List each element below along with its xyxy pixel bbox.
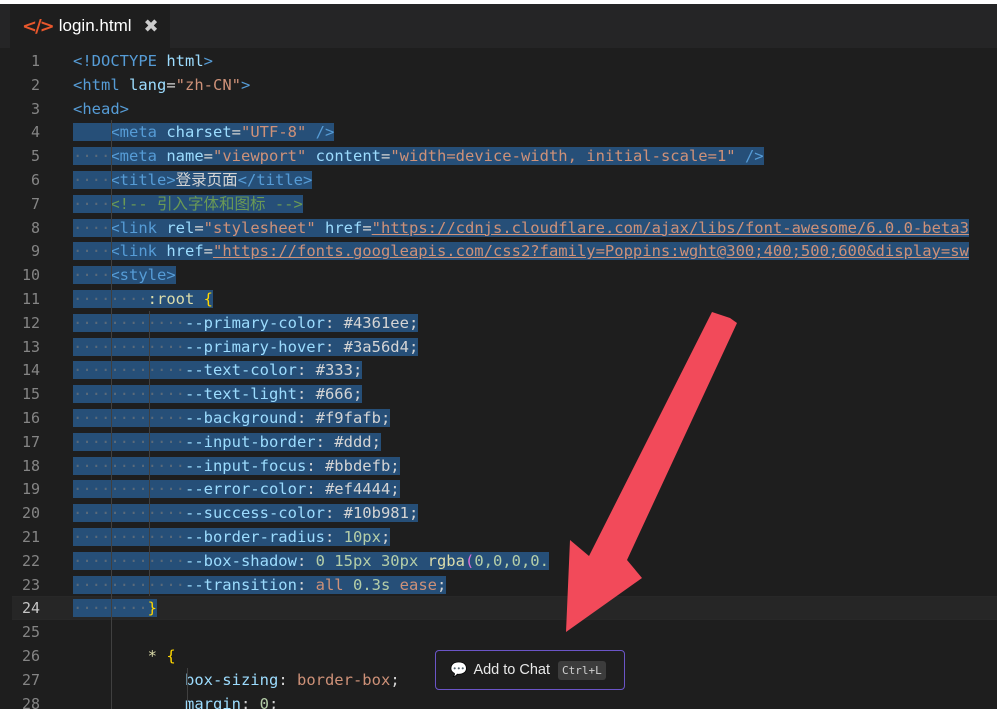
html-file-icon: </> (22, 15, 55, 37)
code-line[interactable]: 2 <html lang="zh-CN"> (0, 73, 997, 97)
line-number: 28 (21, 694, 40, 709)
line-number: 2 (30, 75, 40, 94)
line-number: 18 (21, 456, 40, 475)
code-line[interactable]: 9 ····<link href="https://fonts.googleapi… (0, 239, 997, 263)
code-line[interactable]: 1 <!DOCTYPE html> (0, 49, 997, 73)
indent-guide (111, 120, 112, 709)
line-code: ············--primary-hover: #3a56d4; (73, 337, 419, 356)
line-code: <meta charset="UTF-8" /> (73, 120, 335, 144)
line-code: ············--success-color: #10b981; (73, 504, 419, 523)
line-number: 16 (21, 409, 40, 427)
code-line[interactable]: 5 ····<meta name="viewport" content="widt… (0, 144, 997, 168)
line-code: <!DOCTYPE html> (73, 52, 213, 70)
line-number: 14 (21, 361, 40, 380)
line-number: 26 (21, 647, 40, 665)
line-number: 10 (21, 266, 40, 285)
line-code: <html lang="zh-CN"> (73, 75, 251, 94)
add-to-chat-label: Add to Chat (473, 662, 551, 678)
code-line[interactable]: 24 ········} (0, 596, 997, 620)
line-code: ············--text-color: #333; (73, 361, 363, 380)
line-code: ····<meta name="viewport" content="width… (73, 147, 764, 166)
line-number: 19 (21, 480, 40, 499)
line-number: 7 (30, 194, 40, 213)
line-number: 22 (21, 551, 40, 570)
line-number: 11 (21, 290, 40, 308)
line-number: 21 (21, 528, 40, 546)
line-code: ····<link rel="stylesheet" href="https:/… (73, 218, 969, 237)
line-code: ············--box-shadow: 0 15px 30px rg… (73, 551, 549, 570)
line-code: ····<link href="https://fonts.googleapis… (73, 242, 969, 261)
line-code: box-sizing: border-box; (184, 670, 400, 689)
line-code: <head> (73, 99, 129, 118)
tab-label: login.html (58, 16, 132, 35)
code-line[interactable]: 25 (0, 620, 997, 644)
chat-bubble-icon: 💬 (450, 662, 468, 678)
line-code: ············--text-light: #666; (73, 385, 363, 404)
line-code: ············--primary-color: #4361ee; (73, 313, 419, 332)
line-code: ····<style> (73, 266, 176, 285)
line-code: * { (147, 647, 176, 665)
line-number: 15 (21, 385, 40, 404)
add-to-chat-button[interactable]: 💬 Add to Chat Ctrl+L (435, 650, 625, 690)
line-number: 13 (21, 337, 40, 356)
line-code: ············--input-border: #ddd; (73, 432, 381, 451)
code-line[interactable]: 4 <meta charset="UTF-8" /> (0, 120, 997, 144)
line-number: 3 (30, 99, 40, 118)
line-code: ····<!-- 引入字体和图标 --> (73, 194, 303, 213)
line-code: ············--background: #f9fafb; (73, 409, 391, 427)
line-number: 17 (21, 432, 40, 451)
line-code: ············--input-focus: #bbdefb; (73, 456, 400, 475)
indent-guide (149, 310, 150, 597)
line-number: 20 (21, 504, 40, 523)
line-number: 12 (21, 313, 40, 332)
code-editor[interactable]: 1 <!DOCTYPE html> 2 <html lang="zh-CN"> 3 <he… (0, 48, 997, 709)
line-code: ····<title>登录页面</title> (73, 171, 313, 189)
line-number: 6 (30, 171, 40, 189)
code-line[interactable]: 10 ····<style> (0, 263, 997, 287)
line-number: 8 (30, 218, 40, 237)
line-number: 9 (30, 242, 40, 261)
code-line[interactable]: 3 <head> (0, 97, 997, 121)
code-line[interactable]: 8 ····<link rel="stylesheet" href="https:… (0, 216, 997, 240)
line-code: ········:root { (73, 287, 214, 311)
code-line[interactable]: 11 ········:root { (0, 287, 997, 311)
line-number: 24 (21, 599, 40, 618)
code-line[interactable]: 7 ····<!-- 引入字体和图标 --> (0, 192, 997, 216)
line-code: margin: 0; (184, 694, 279, 709)
shortcut-badge: Ctrl+L (558, 660, 606, 680)
line-code: ············--transition: all 0.3s ease; (73, 575, 447, 594)
code-line[interactable]: 6 ····<title>登录页面</title> (0, 168, 997, 192)
line-code: ············--error-color: #ef4444; (73, 480, 400, 499)
line-number: 25 (21, 623, 40, 642)
indent-guide (187, 667, 188, 709)
line-code: ············--border-radius: 10px; (73, 528, 391, 546)
line-number: 5 (30, 147, 40, 166)
line-number: 1 (30, 52, 40, 70)
tab-bar: </> login.html ✖ (0, 4, 997, 48)
close-icon[interactable]: ✖ (144, 16, 159, 37)
line-number: 4 (30, 123, 40, 142)
line-number: 27 (21, 670, 40, 689)
tab-login-html[interactable]: </> login.html ✖ (10, 4, 170, 48)
line-number: 23 (21, 575, 40, 594)
line-code: ········} (73, 596, 157, 620)
code-line[interactable]: 28 margin: 0; (0, 692, 997, 709)
